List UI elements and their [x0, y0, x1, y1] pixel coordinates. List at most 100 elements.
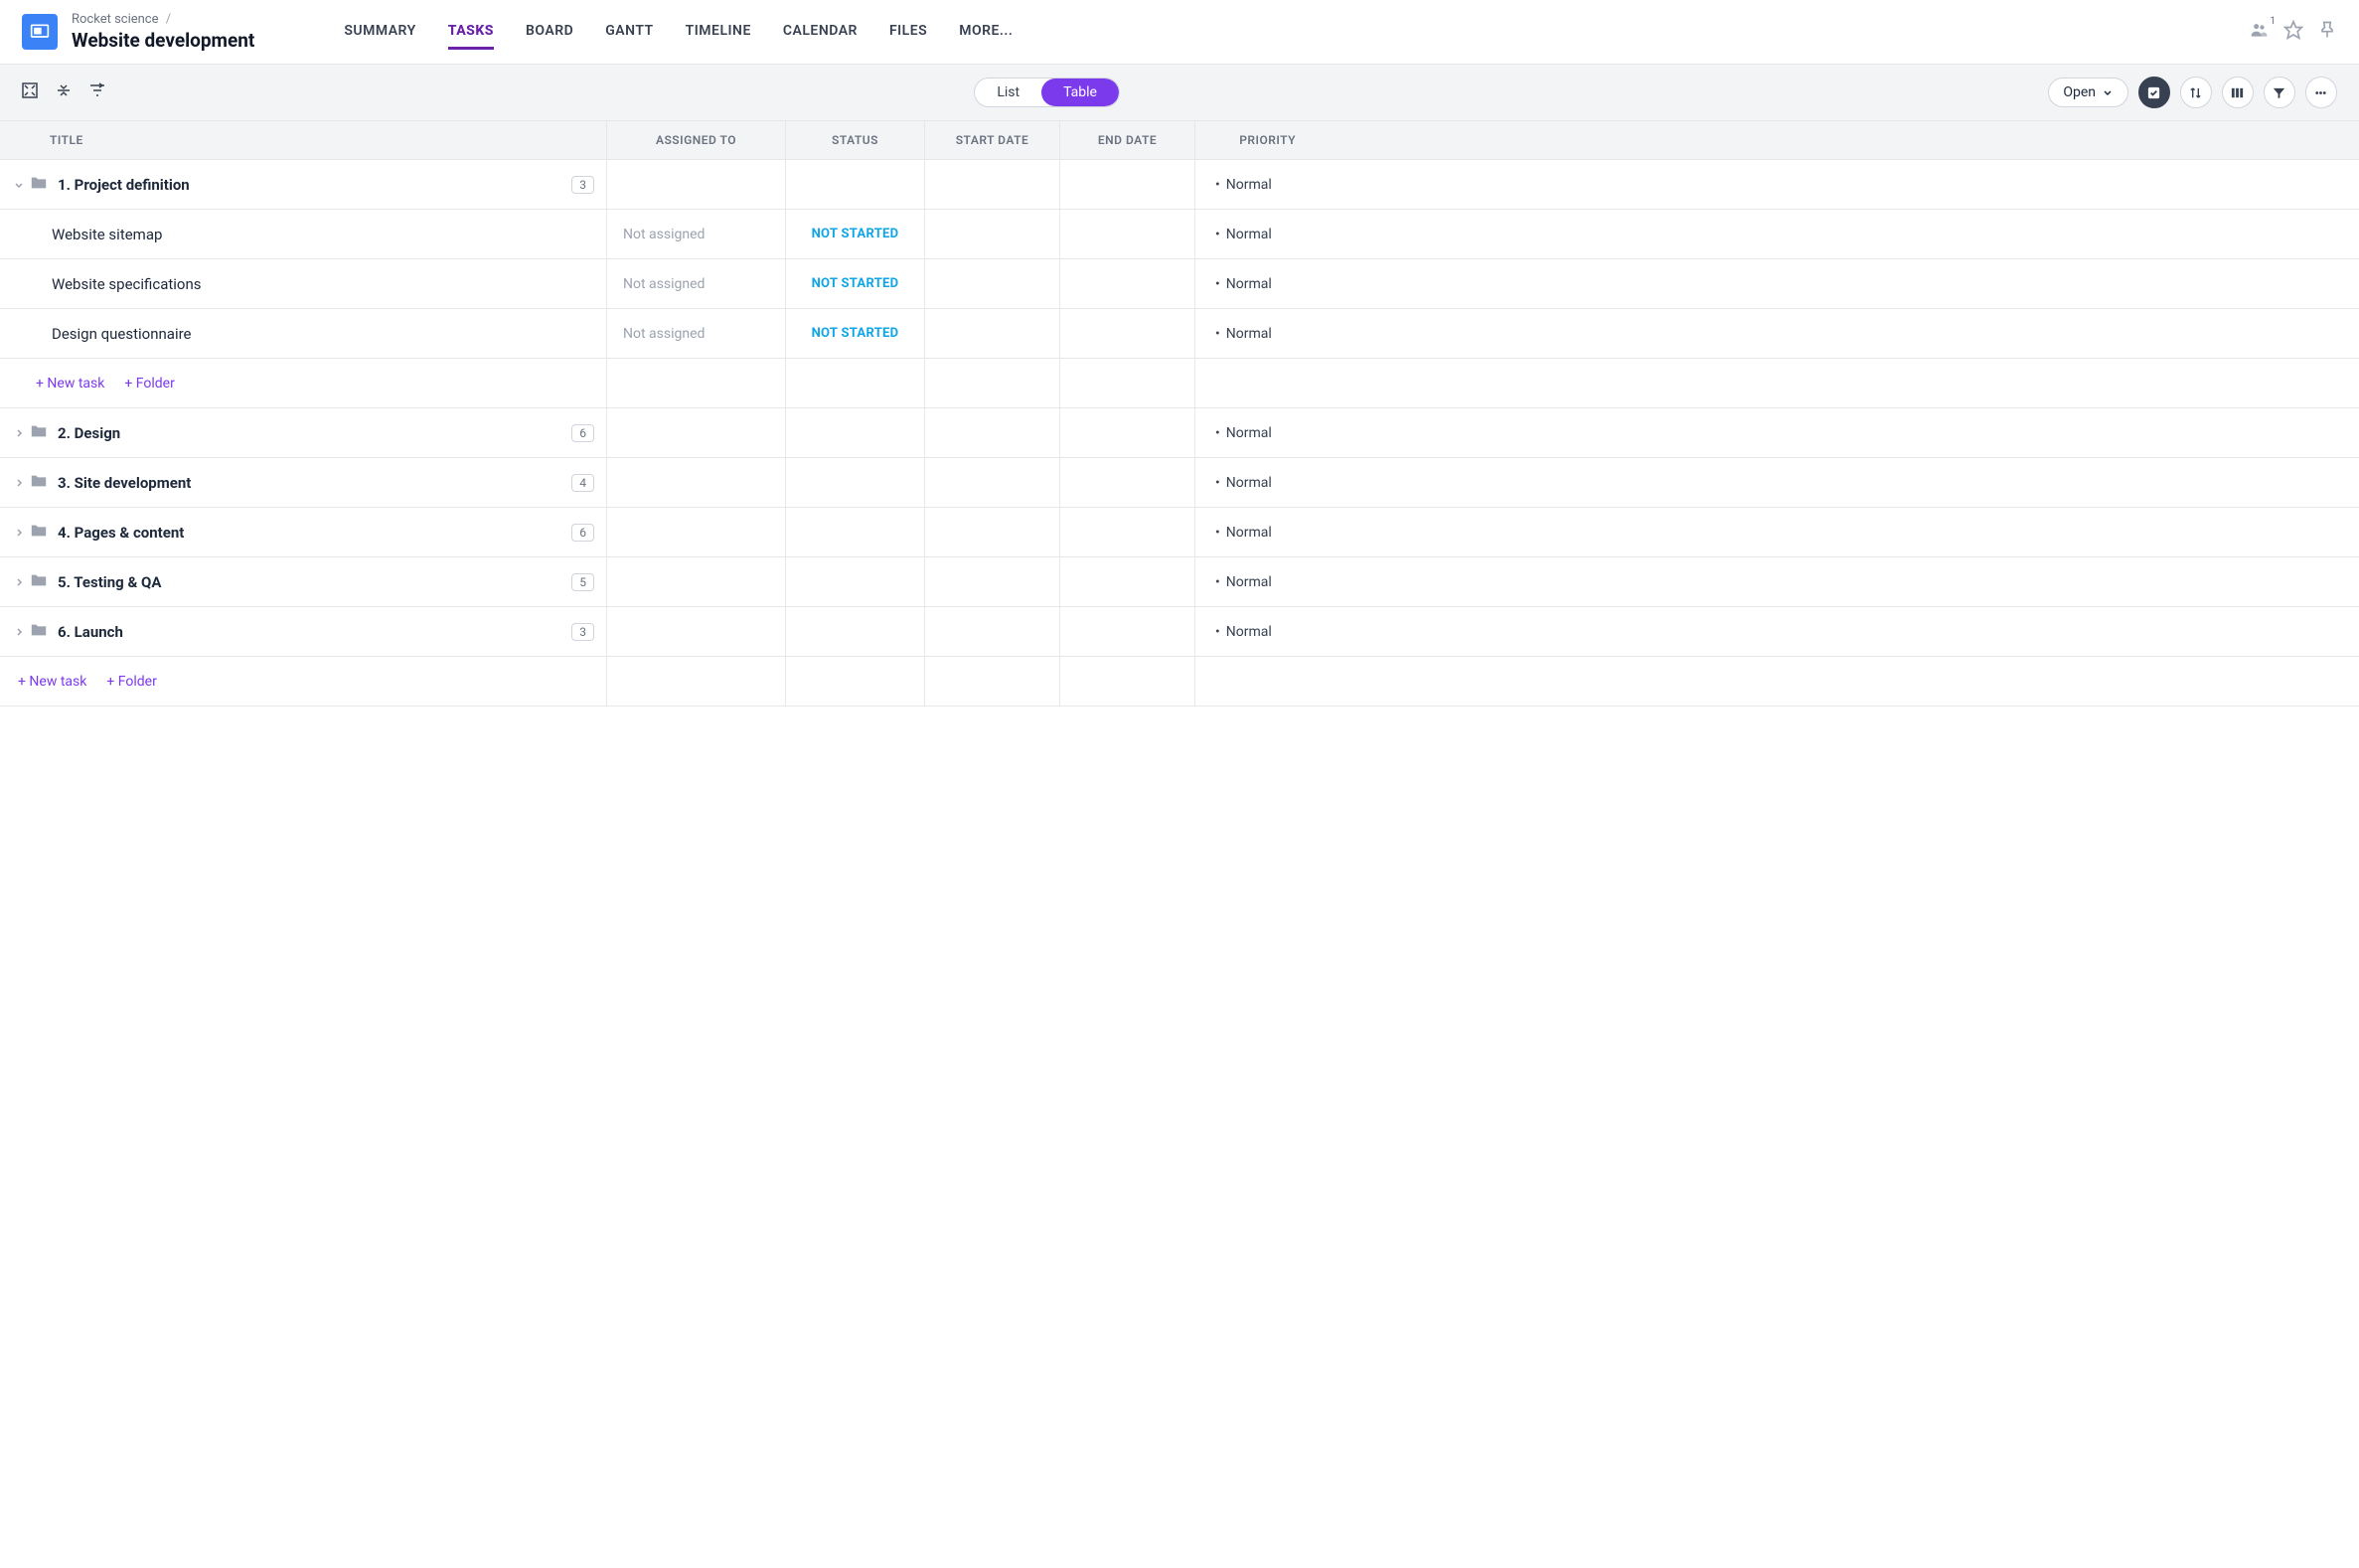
tab-tasks[interactable]: TASKS: [448, 15, 494, 50]
nav-tabs: SUMMARY TASKS BOARD GANTT TIMELINE CALEN…: [344, 15, 1013, 50]
task-row[interactable]: Design questionnaire Not assigned NOT ST…: [0, 309, 2359, 359]
tab-board[interactable]: BOARD: [526, 15, 573, 50]
chevron-right-icon[interactable]: [10, 477, 28, 489]
end-date-cell[interactable]: [1059, 259, 1194, 308]
count-badge: 4: [571, 474, 594, 492]
priority-cell[interactable]: •Normal: [1194, 210, 1322, 258]
folder-icon: [30, 175, 48, 195]
breadcrumb-parent[interactable]: Rocket science: [72, 12, 159, 27]
tool-icons-left: [22, 82, 105, 102]
status-cell[interactable]: NOT STARTED: [785, 210, 924, 258]
tab-summary[interactable]: SUMMARY: [344, 15, 415, 50]
members-icon[interactable]: 1: [2250, 20, 2270, 44]
new-folder-button[interactable]: + Folder: [124, 376, 174, 392]
assigned-cell[interactable]: Not assigned: [606, 210, 785, 258]
group-row[interactable]: 5. Testing & QA 5 •Normal: [0, 557, 2359, 607]
tab-timeline[interactable]: TIMELINE: [686, 15, 751, 50]
expand-icon[interactable]: [22, 82, 38, 102]
assigned-cell[interactable]: Not assigned: [606, 259, 785, 308]
group-title: 3. Site development: [58, 474, 191, 492]
new-task-button[interactable]: + New task: [36, 376, 104, 392]
task-row[interactable]: Website sitemap Not assigned NOT STARTED…: [0, 210, 2359, 259]
header-actions: 1: [2250, 20, 2337, 44]
star-icon[interactable]: [2283, 20, 2303, 44]
breadcrumb-area: Rocket science / Website development: [72, 12, 254, 52]
more-icon[interactable]: [2305, 77, 2337, 108]
group-title: 4. Pages & content: [58, 524, 184, 542]
sort-icon[interactable]: [2180, 77, 2212, 108]
column-assigned[interactable]: ASSIGNED TO: [606, 121, 785, 159]
add-row: + New task + Folder: [0, 359, 2359, 408]
count-badge: 5: [571, 573, 594, 591]
columns-icon[interactable]: [2222, 77, 2254, 108]
chevron-right-icon[interactable]: [10, 576, 28, 588]
column-title[interactable]: TITLE: [0, 121, 606, 159]
priority-cell[interactable]: •Normal: [1194, 259, 1322, 308]
breadcrumb[interactable]: Rocket science /: [72, 12, 254, 27]
task-title: Design questionnaire: [52, 325, 192, 343]
group-title: 2. Design: [58, 424, 120, 442]
open-filter-dropdown[interactable]: Open: [2048, 78, 2128, 107]
breadcrumb-separator: /: [166, 12, 171, 27]
open-filter-label: Open: [2063, 84, 2096, 100]
tab-files[interactable]: FILES: [889, 15, 927, 50]
priority-value: Normal: [1226, 177, 1272, 193]
end-date-cell[interactable]: [1059, 210, 1194, 258]
member-count: 1: [2270, 16, 2276, 27]
column-start-date[interactable]: START DATE: [924, 121, 1059, 159]
tab-calendar[interactable]: CALENDAR: [783, 15, 858, 50]
group-row[interactable]: 4. Pages & content 6 •Normal: [0, 508, 2359, 557]
end-date-cell[interactable]: [1059, 309, 1194, 358]
status-cell[interactable]: NOT STARTED: [785, 259, 924, 308]
project-icon: [22, 14, 58, 50]
group-row[interactable]: 6. Launch 3 •Normal: [0, 607, 2359, 657]
new-folder-button[interactable]: + Folder: [106, 674, 156, 690]
tab-more[interactable]: MORE...: [959, 15, 1013, 50]
count-badge: 6: [571, 424, 594, 442]
chevron-right-icon[interactable]: [10, 626, 28, 638]
group-title: 5. Testing & QA: [58, 573, 161, 591]
column-status[interactable]: STATUS: [785, 121, 924, 159]
group-row[interactable]: 3. Site development 4 •Normal: [0, 458, 2359, 508]
folder-icon: [30, 523, 48, 543]
chevron-down-icon[interactable]: [10, 179, 28, 191]
group-row[interactable]: 2. Design 6 •Normal: [0, 408, 2359, 458]
folder-icon: [30, 423, 48, 443]
start-date-cell[interactable]: [924, 210, 1059, 258]
filter-list-icon[interactable]: [89, 82, 105, 102]
chevron-right-icon[interactable]: [10, 427, 28, 439]
count-badge: 6: [571, 524, 594, 542]
task-row[interactable]: Website specifications Not assigned NOT …: [0, 259, 2359, 309]
count-badge: 3: [571, 623, 594, 641]
pin-icon[interactable]: [2317, 20, 2337, 44]
filter-icon[interactable]: [2264, 77, 2295, 108]
add-row: + New task + Folder: [0, 657, 2359, 706]
group-row[interactable]: 1. Project definition 3 •Normal: [0, 160, 2359, 210]
folder-icon: [30, 622, 48, 642]
group-title: 1. Project definition: [58, 176, 190, 194]
page-title: Website development: [72, 29, 254, 52]
start-date-cell[interactable]: [924, 259, 1059, 308]
folder-icon: [30, 473, 48, 493]
priority-cell[interactable]: •Normal: [1194, 309, 1322, 358]
status-cell[interactable]: NOT STARTED: [785, 309, 924, 358]
view-list-button[interactable]: List: [975, 78, 1041, 106]
assigned-cell[interactable]: Not assigned: [606, 309, 785, 358]
view-table-button[interactable]: Table: [1041, 78, 1119, 106]
toolbar: List Table Open: [0, 65, 2359, 121]
task-title: Website specifications: [52, 275, 202, 293]
tab-gantt[interactable]: GANTT: [605, 15, 653, 50]
checkbox-icon[interactable]: [2138, 77, 2170, 108]
start-date-cell[interactable]: [924, 309, 1059, 358]
table-header: TITLE ASSIGNED TO STATUS START DATE END …: [0, 121, 2359, 160]
view-toggle: List Table: [974, 78, 1120, 107]
count-badge: 3: [571, 176, 594, 194]
folder-icon: [30, 572, 48, 592]
column-priority[interactable]: PRIORITY: [1194, 121, 1322, 159]
tool-icons-right: Open: [2048, 77, 2337, 108]
column-end-date[interactable]: END DATE: [1059, 121, 1194, 159]
group-title: 6. Launch: [58, 623, 123, 641]
new-task-button[interactable]: + New task: [18, 674, 86, 690]
chevron-right-icon[interactable]: [10, 527, 28, 539]
collapse-all-icon[interactable]: [56, 82, 72, 102]
